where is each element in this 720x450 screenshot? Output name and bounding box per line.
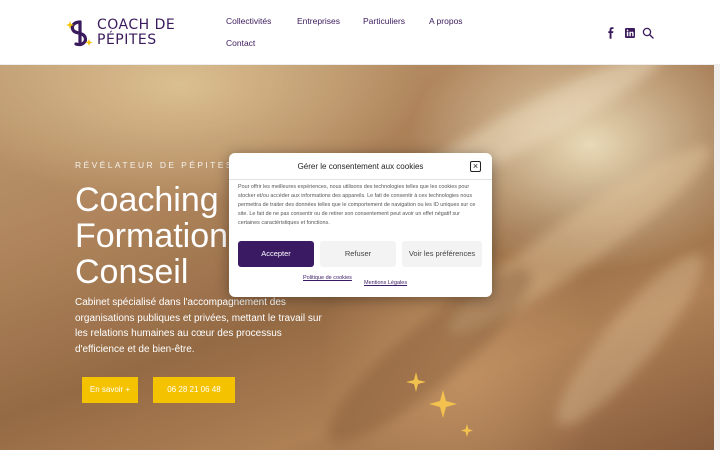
close-icon[interactable]: ×: [470, 161, 481, 172]
search-icon[interactable]: [642, 27, 654, 39]
logo-text-line2: PÉPITES: [97, 32, 157, 48]
learn-more-button[interactable]: En savoir +: [82, 377, 138, 403]
nav-item-contact[interactable]: Contact: [226, 38, 255, 48]
hero-description: Cabinet spécialisé dans l'accompagnement…: [75, 297, 322, 355]
site-header: COACH DE PÉPITES Collectivités Entrepris…: [0, 0, 720, 65]
hero-headline-formation: Formation: [75, 217, 229, 255]
nav-item-a-propos[interactable]: A propos: [429, 16, 463, 26]
scrollbar[interactable]: [714, 65, 720, 450]
refuse-button[interactable]: Refuser: [320, 241, 396, 267]
linkedin-icon[interactable]: [624, 27, 636, 39]
sparkle-decoration-icon: [406, 372, 473, 437]
hero-headline-coaching: Coaching: [75, 181, 219, 219]
nav-item-collectivites[interactable]: Collectivités: [226, 16, 271, 26]
logo[interactable]: COACH DE PÉPITES: [66, 16, 176, 50]
logo-text-line1: COACH DE: [97, 17, 176, 33]
preferences-button[interactable]: Voir les préférences: [402, 241, 482, 267]
phone-button[interactable]: 06 28 21 06 48: [153, 377, 235, 403]
cookie-consent-dialog: Gérer le consentement aux cookies × Pour…: [229, 153, 492, 297]
dialog-body-text: Pour offrir les meilleures expériences, …: [238, 184, 476, 227]
hero-headline-conseil: Conseil: [75, 253, 189, 291]
facebook-icon[interactable]: [605, 27, 617, 39]
accept-button[interactable]: Accepter: [238, 241, 314, 267]
dialog-title: Gérer le consentement aux cookies: [297, 162, 424, 171]
nav-item-entreprises[interactable]: Entreprises: [297, 16, 340, 26]
logo-mark-icon: [66, 20, 93, 47]
cookie-policy-link[interactable]: Politique de cookies: [303, 275, 352, 281]
nav-item-particuliers[interactable]: Particuliers: [363, 16, 405, 26]
legal-notice-link[interactable]: Mentions Légales: [364, 280, 407, 286]
divider: [229, 179, 492, 180]
